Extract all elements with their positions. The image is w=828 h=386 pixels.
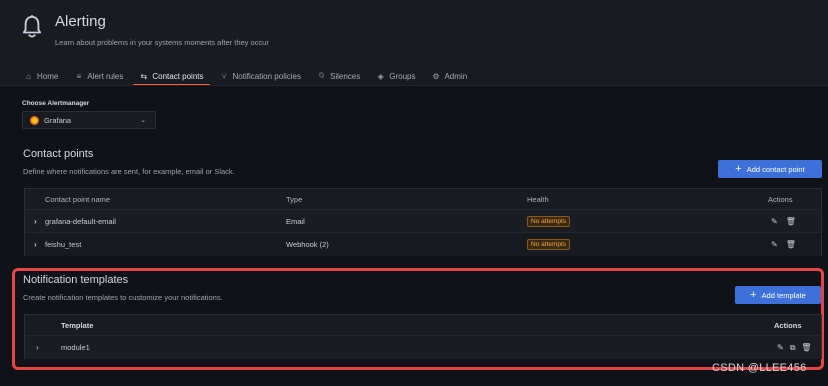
health-badge: No attempts (527, 215, 571, 227)
tab-label: Silences (329, 71, 361, 81)
tab-silences[interactable]: ⍉ Silences (315, 68, 362, 84)
tab-label: Notification policies (232, 71, 301, 81)
trash-icon[interactable]: 🗑 (786, 240, 796, 249)
chevron-right-icon[interactable]: › (34, 217, 37, 226)
table-header: Template Actions (25, 315, 821, 335)
column-header: Actions (774, 320, 802, 330)
health-badge-text: No attempts (527, 215, 571, 227)
add-template-button[interactable]: + Add template (735, 286, 821, 304)
chevron-down-icon: ⌄ (140, 117, 146, 124)
copy-icon[interactable]: ⧉ (790, 343, 796, 352)
column-header: Type (286, 194, 303, 204)
health-badge-text: No attempts (527, 239, 571, 250)
bell-slash-icon: ⍉ (319, 71, 324, 80)
health-badge: No attempts (527, 239, 571, 250)
tab-label: Contact points (152, 71, 204, 81)
list-icon: ≡ (76, 71, 82, 81)
tab-label: Home (37, 71, 59, 81)
tab-admin[interactable]: ⚙ Admin (429, 68, 469, 84)
page-subtitle: Learn about problems in your systems mom… (55, 38, 269, 47)
contact-point-type: Webhook (2) (286, 240, 329, 249)
contact-point-name: grafana-default-email (45, 216, 116, 226)
tab-bar: ⌂ Home ≡ Alert rules ⇆ Contact points ⑂ … (22, 68, 481, 86)
contact-points-icon: ⇆ (140, 71, 148, 81)
tab-label: Groups (389, 71, 416, 81)
plus-icon: + (735, 162, 742, 175)
grafana-logo (30, 115, 39, 125)
column-header: Contact point name (45, 194, 111, 204)
add-contact-point-label: Add contact point (746, 164, 805, 174)
plus-icon: + (750, 288, 757, 301)
cog-icon: ⚙ (432, 71, 440, 81)
row-actions: ✎ 🗑 (771, 240, 804, 249)
sitemap-icon: ⑂ (221, 71, 227, 81)
trash-icon[interactable]: 🗑 (786, 217, 796, 226)
contact-point-type: Email (286, 216, 305, 226)
notification-templates-title: Notification templates (23, 274, 129, 286)
edit-icon[interactable]: ✎ (771, 240, 778, 249)
bell-icon (22, 15, 42, 38)
table-row[interactable]: › module1 ✎ ⧉ 🗑 (25, 335, 821, 359)
contact-points-table: Contact point name Type Health Actions ›… (24, 188, 822, 256)
edit-icon[interactable]: ✎ (771, 217, 778, 226)
contact-points-description: Define where notifications are sent, for… (23, 167, 235, 176)
notification-templates-description: Create notification templates to customi… (23, 293, 223, 302)
layers-icon: ◈ (377, 71, 384, 81)
template-name: module1 (61, 343, 90, 352)
alertmanager-select[interactable]: Grafana ⌄ (22, 111, 156, 129)
table-row[interactable]: › feishu_test Webhook (2) No attempts ✎ 🗑 (25, 232, 821, 256)
templates-table: Template Actions › module1 ✎ ⧉ 🗑 (24, 314, 822, 359)
tab-alert-rules[interactable]: ≡ Alert rules (72, 68, 125, 84)
page-title: Alerting (55, 13, 106, 30)
tab-label: Admin (444, 71, 468, 81)
watermark: CSDN @LLEE456 (712, 362, 807, 374)
tab-groups[interactable]: ◈ Groups (374, 68, 417, 84)
add-contact-point-button[interactable]: + Add contact point (718, 160, 822, 178)
trash-icon[interactable]: 🗑 (801, 343, 811, 352)
tab-divider (0, 85, 828, 86)
chevron-right-icon[interactable]: › (36, 343, 39, 352)
table-header: Contact point name Type Health Actions (25, 189, 821, 209)
add-template-label: Add template (761, 290, 806, 300)
contact-points-title: Contact points (23, 148, 94, 160)
tab-contact-points[interactable]: ⇆ Contact points (133, 68, 210, 86)
chevron-right-icon[interactable]: › (34, 240, 37, 249)
row-actions: ✎ 🗑 (771, 217, 804, 226)
tab-label: Alert rules (87, 71, 124, 81)
page-header: Alerting Learn about problems in your sy… (0, 0, 828, 86)
alertmanager-selected: Grafana (44, 115, 72, 125)
alertmanager-label: Choose Alertmanager (22, 100, 90, 107)
tab-home[interactable]: ⌂ Home (22, 68, 60, 84)
contact-point-name: feishu_test (45, 240, 82, 249)
table-row[interactable]: › grafana-default-email Email No attempt… (25, 209, 821, 232)
column-header: Actions (768, 194, 793, 204)
row-actions: ✎ ⧉ 🗑 (777, 343, 812, 353)
home-icon: ⌂ (26, 71, 31, 81)
tab-notification-policies[interactable]: ⑂ Notification policies (218, 68, 303, 84)
edit-icon[interactable]: ✎ (777, 343, 784, 352)
column-header: Health (527, 194, 549, 204)
column-header: Template (61, 320, 94, 330)
